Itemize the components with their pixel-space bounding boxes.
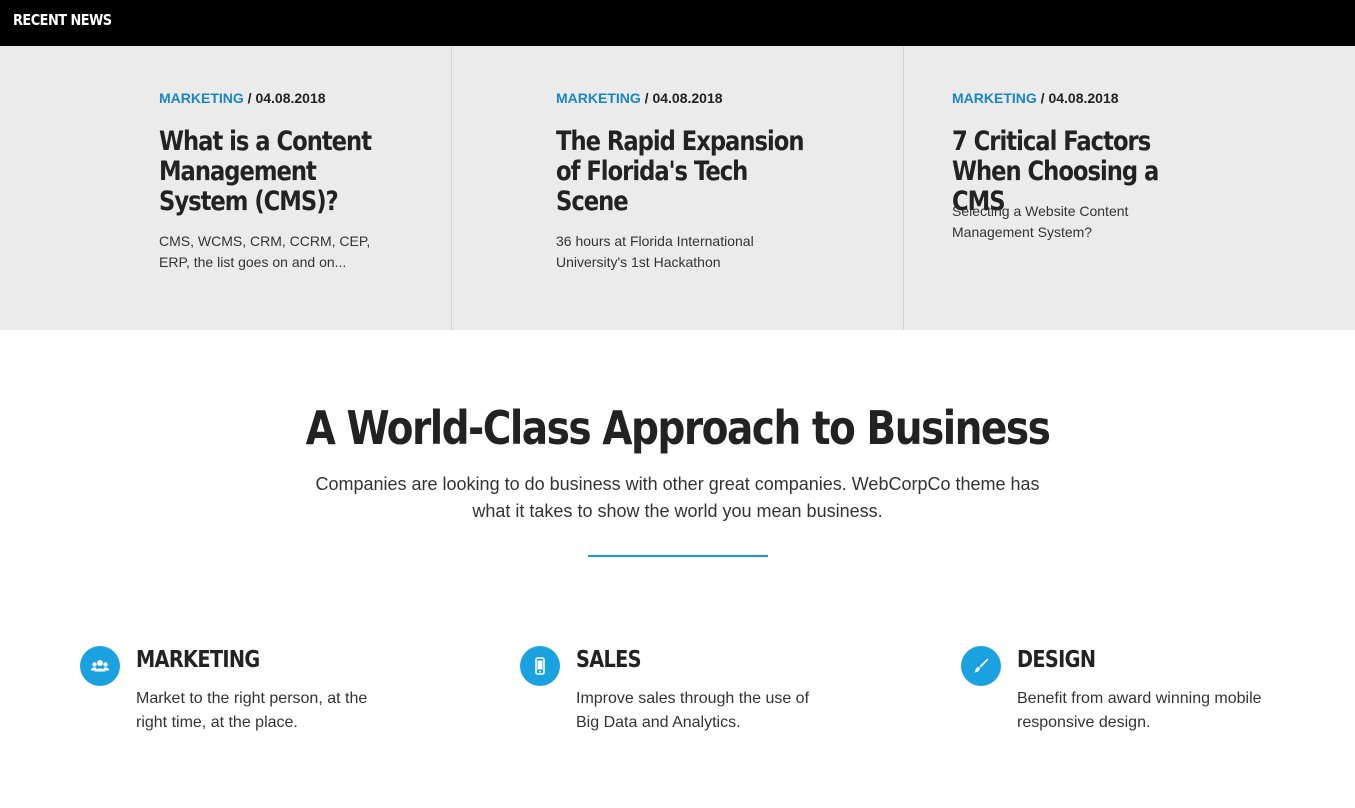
feature-design: DESIGN Benefit from award winning mobile… xyxy=(961,646,1355,746)
meta-separator: / xyxy=(644,90,649,106)
recent-news-strip: MARKETING / 04.08.2018 What is a Content… xyxy=(0,46,1355,330)
news-meta: MARKETING / 04.08.2018 xyxy=(159,90,326,106)
news-category-link[interactable]: MARKETING xyxy=(556,90,641,106)
news-category-link[interactable]: MARKETING xyxy=(952,90,1037,106)
feature-title: MARKETING xyxy=(136,647,260,673)
hero-subtitle: Companies are looking to do business wit… xyxy=(315,474,1040,521)
news-card[interactable]: MARKETING / 04.08.2018 The Rapid Expansi… xyxy=(451,46,903,330)
feature-marketing: MARKETING Market to the right person, at… xyxy=(80,646,480,746)
news-meta: MARKETING / 04.08.2018 xyxy=(556,90,723,106)
hero-title-text: A World-Class Approach to Business xyxy=(305,401,1051,455)
feature-sales: SALES Improve sales through the use of B… xyxy=(520,646,920,746)
section-title: RECENT NEWS xyxy=(13,11,112,29)
news-excerpt: CMS, WCMS, CRM, CCRM, CEP, ERP, the list… xyxy=(159,233,371,270)
news-excerpt: 36 hours at Florida International Univer… xyxy=(556,233,754,270)
meta-separator: / xyxy=(1040,90,1045,106)
brush-icon xyxy=(961,646,1001,686)
feature-text: Market to the right person, at the right… xyxy=(136,690,368,731)
news-title-link[interactable]: What is a Content Management System (CMS… xyxy=(159,127,411,217)
feature-text: Benefit from award winning mobile respon… xyxy=(1017,690,1262,731)
top-bar: RECENT NEWS xyxy=(0,0,1355,46)
news-date: 04.08.2018 xyxy=(652,90,723,106)
news-date: 04.08.2018 xyxy=(1048,90,1119,106)
news-excerpt: Selecting a Website Content Management S… xyxy=(952,203,1129,240)
feature-title: SALES xyxy=(576,647,642,673)
users-icon xyxy=(80,646,120,686)
news-date: 04.08.2018 xyxy=(255,90,326,106)
news-title-link[interactable]: The Rapid Expansion of Florida's Tech Sc… xyxy=(556,127,808,217)
news-card[interactable]: MARKETING / 04.08.2018 What is a Content… xyxy=(0,46,451,330)
hero-divider xyxy=(588,555,768,557)
feature-title: DESIGN xyxy=(1017,647,1096,673)
news-card[interactable]: MARKETING / 04.08.2018 7 Critical Factor… xyxy=(903,46,1355,330)
meta-separator: / xyxy=(247,90,252,106)
news-category-link[interactable]: MARKETING xyxy=(159,90,244,106)
news-meta: MARKETING / 04.08.2018 xyxy=(952,90,1119,106)
hero-title: A World-Class Approach to Business xyxy=(0,400,1355,456)
feature-text: Improve sales through the use of Big Dat… xyxy=(576,690,810,731)
mobile-icon xyxy=(520,646,560,686)
